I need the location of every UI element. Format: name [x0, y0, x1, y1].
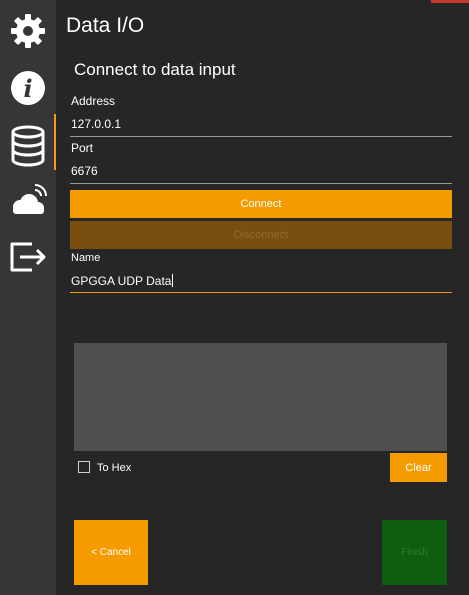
- disconnect-button[interactable]: Disconnect: [70, 221, 452, 249]
- clear-button[interactable]: Clear: [390, 453, 447, 482]
- sidebar: i: [0, 0, 56, 595]
- gear-icon: [11, 14, 45, 48]
- sidebar-item-settings[interactable]: [0, 5, 56, 53]
- page-title: Data I/O: [66, 14, 145, 37]
- name-underline: [70, 292, 452, 293]
- info-icon: i: [11, 71, 45, 105]
- name-field[interactable]: GPGGA UDP Data: [71, 274, 174, 288]
- sidebar-item-cloud[interactable]: [0, 176, 56, 224]
- text-caret: [172, 274, 174, 287]
- address-field[interactable]: 127.0.0.1: [71, 117, 121, 131]
- export-icon: [10, 242, 46, 272]
- sidebar-item-data-io[interactable]: [0, 118, 56, 167]
- cloud-signal-icon: [13, 184, 47, 214]
- page-subtitle: Connect to data input: [74, 60, 236, 79]
- cancel-button[interactable]: < Cancel: [74, 520, 148, 585]
- finish-button[interactable]: Finish: [382, 520, 447, 585]
- port-underline: [70, 183, 452, 184]
- window-accent-bar: [431, 0, 469, 3]
- to-hex-checkbox[interactable]: [78, 461, 90, 473]
- to-hex-label: To Hex: [97, 462, 132, 474]
- sidebar-item-export[interactable]: [0, 230, 56, 278]
- address-underline: [70, 136, 452, 137]
- active-indicator: [54, 114, 56, 170]
- name-label: Name: [71, 252, 101, 264]
- database-icon: [11, 125, 45, 167]
- port-field[interactable]: 6676: [71, 164, 98, 178]
- name-value: GPGGA UDP Data: [71, 274, 172, 288]
- data-output-area[interactable]: [74, 343, 447, 451]
- port-label: Port: [71, 141, 94, 155]
- address-label: Address: [71, 94, 116, 108]
- connect-button[interactable]: Connect: [70, 190, 452, 218]
- svg-text:i: i: [23, 74, 32, 103]
- sidebar-item-info[interactable]: i: [0, 62, 56, 110]
